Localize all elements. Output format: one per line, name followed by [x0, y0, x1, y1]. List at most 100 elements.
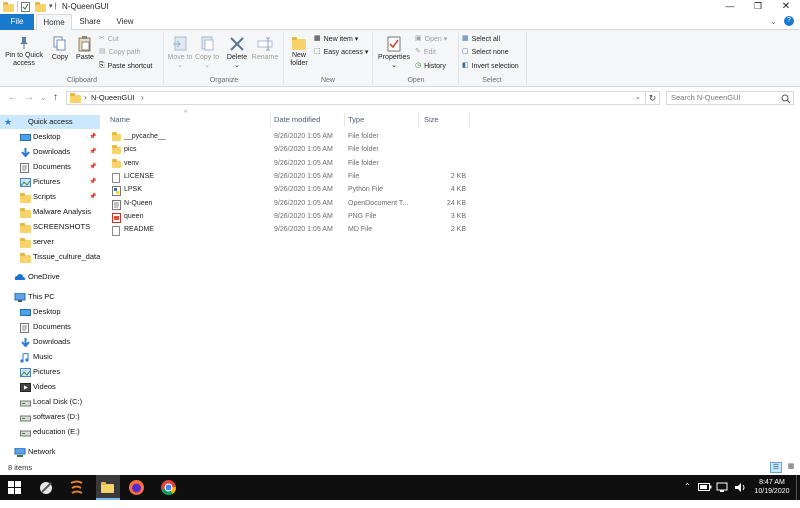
pin-icon[interactable]: 📌: [89, 145, 96, 159]
restore-button[interactable]: ❐: [744, 0, 772, 14]
sidebar-item-server[interactable]: server: [0, 235, 100, 249]
paste-shortcut-button[interactable]: ⎘ Paste shortcut: [99, 61, 152, 72]
copy-to-button[interactable]: Copy to ⌄: [194, 36, 220, 70]
breadcrumb-chevron-icon[interactable]: ›: [141, 93, 144, 102]
sidebar-item-this-pc[interactable]: This PC: [0, 290, 100, 304]
pin-icon[interactable]: 📌: [89, 160, 96, 174]
sidebar-item-education-e[interactable]: education (E:): [0, 425, 100, 439]
new-item-button[interactable]: ▦ New item ▾: [314, 34, 358, 45]
edit-button[interactable]: ✎ Edit: [415, 47, 436, 58]
sidebar-item-videos[interactable]: Videos: [0, 380, 100, 394]
new-folder-button[interactable]: New folder: [286, 36, 312, 68]
column-header-type[interactable]: Type: [348, 113, 364, 127]
file-row[interactable]: queen 9/26/2020 1:05 AM PNG File 3 KB: [108, 210, 470, 223]
file-row[interactable]: README 9/26/2020 1:05 AM MD File 2 KB: [108, 223, 470, 237]
search-box[interactable]: Search N-QueenGUI: [666, 91, 794, 105]
easy-access-button[interactable]: ⬚ Easy access ▾: [314, 47, 368, 58]
app-icon[interactable]: [38, 479, 55, 496]
column-header-name[interactable]: Name: [110, 113, 130, 127]
file-row[interactable]: venv 9/26/2020 1:05 AM File folder: [108, 157, 470, 170]
new-folder-icon[interactable]: [35, 2, 46, 12]
sidebar-item-tissue-culture-data[interactable]: Tissue_culture_data: [0, 250, 100, 264]
history-button[interactable]: ◷ History: [415, 61, 446, 72]
windows-start-icon[interactable]: [8, 481, 25, 498]
details-view-icon[interactable]: ☰: [770, 462, 782, 473]
properties-button[interactable]: Properties ⌄: [376, 36, 412, 70]
customize-toolbar-icon[interactable]: ▾ |: [49, 2, 56, 10]
select-none-button[interactable]: ▢ Select none: [462, 47, 509, 58]
chrome-icon[interactable]: [160, 479, 177, 496]
file-row[interactable]: pics 9/26/2020 1:05 AM File folder: [108, 143, 470, 156]
sidebar-item-music[interactable]: Music: [0, 350, 100, 364]
sidebar-item-screenshots[interactable]: SCREENSHOTS: [0, 220, 100, 234]
show-desktop-button[interactable]: [796, 475, 799, 500]
separator[interactable]: [270, 113, 271, 127]
copy-path-button[interactable]: ▤ Copy path: [99, 47, 141, 58]
pin-icon[interactable]: 📌: [89, 190, 96, 204]
sidebar-item-downloads[interactable]: Downloads 📌: [0, 145, 100, 159]
paste-button[interactable]: Paste: [74, 36, 96, 62]
volume-icon[interactable]: [734, 482, 746, 507]
clock[interactable]: 8:47 AM 10/19/2020: [754, 478, 790, 503]
cut-button[interactable]: ✂ Cut: [99, 34, 119, 45]
network-icon[interactable]: [716, 482, 728, 507]
sidebar-item-downloads[interactable]: Downloads: [0, 335, 100, 349]
sidebar-item-softwares-d[interactable]: softwares (D:): [0, 410, 100, 424]
sidebar-item-desktop[interactable]: Desktop: [0, 305, 100, 319]
pin-icon[interactable]: 📌: [89, 130, 96, 144]
back-arrow-icon[interactable]: ←: [8, 92, 18, 104]
tab-share[interactable]: Share: [74, 14, 106, 30]
open-button[interactable]: ▣ Open ▾: [415, 34, 447, 45]
address-bar[interactable]: › N-QueenGUI › ⌄: [66, 91, 646, 105]
select-all-button[interactable]: ▦ Select all: [462, 34, 500, 45]
show-hidden-icons-icon[interactable]: ⌃: [684, 482, 691, 507]
tab-home[interactable]: Home: [36, 14, 72, 31]
file-row[interactable]: LPSK 9/26/2020 1:05 AM Python File 4 KB: [108, 183, 470, 197]
minimize-button[interactable]: —: [716, 0, 744, 14]
sidebar-item-onedrive[interactable]: OneDrive: [0, 270, 100, 284]
file-explorer-taskbar-button[interactable]: [96, 475, 120, 500]
breadcrumb-item[interactable]: N-QueenGUI: [91, 93, 135, 102]
battery-icon[interactable]: [698, 483, 712, 508]
pin-icon[interactable]: 📌: [89, 175, 96, 189]
file-row[interactable]: N-Queen 9/26/2020 1:05 AM OpenDocument T..…: [108, 197, 470, 210]
address-dropdown-icon[interactable]: ⌄: [635, 93, 641, 101]
help-icon[interactable]: ?: [784, 16, 794, 26]
move-to-button[interactable]: Move to ⌄: [166, 36, 194, 70]
sidebar-item-scripts[interactable]: Scripts 📌: [0, 190, 100, 204]
copy-button[interactable]: Copy: [48, 36, 72, 62]
delete-button[interactable]: Delete ⌄: [224, 36, 250, 70]
tab-file[interactable]: File: [0, 14, 34, 30]
firefox-icon[interactable]: [128, 479, 145, 496]
refresh-button[interactable]: ↻: [646, 91, 660, 105]
pin-to-quick-access-button[interactable]: Pin to Quick access: [2, 36, 46, 68]
separator[interactable]: [344, 113, 345, 127]
invert-selection-button[interactable]: ◧ Invert selection: [462, 61, 519, 72]
file-row[interactable]: LICENSE 9/26/2020 1:05 AM File 2 KB: [108, 170, 470, 183]
up-arrow-icon[interactable]: ↑: [53, 92, 58, 104]
sidebar-item-pictures[interactable]: Pictures: [0, 365, 100, 379]
sidebar-item-quick-access[interactable]: ★ Quick access: [0, 115, 100, 129]
sidebar-item-documents[interactable]: Documents: [0, 320, 100, 334]
sidebar-item-network[interactable]: Network: [0, 445, 100, 459]
separator[interactable]: [418, 113, 419, 127]
sidebar-item-pictures[interactable]: Pictures 📌: [0, 175, 100, 189]
sidebar-item-malware-analysis[interactable]: Malware Analysis: [0, 205, 100, 219]
properties-icon[interactable]: [21, 2, 30, 12]
forward-arrow-icon[interactable]: →: [24, 92, 34, 104]
sidebar-item-local-disk-c[interactable]: Local Disk (C:): [0, 395, 100, 409]
tab-view[interactable]: View: [108, 14, 142, 30]
search-input[interactable]: Search N-QueenGUI: [671, 93, 741, 102]
file-row[interactable]: __pycache__ 9/26/2020 1:05 AM File folder: [108, 130, 470, 143]
recent-locations-icon[interactable]: ⌄: [40, 92, 47, 104]
separator[interactable]: [469, 113, 470, 127]
sidebar-item-desktop[interactable]: Desktop 📌: [0, 130, 100, 144]
app-icon[interactable]: [68, 479, 85, 496]
sidebar-item-documents[interactable]: Documents 📌: [0, 160, 100, 174]
expand-ribbon-icon[interactable]: ⌄: [770, 17, 777, 26]
breadcrumb-chevron-icon[interactable]: ›: [84, 93, 87, 102]
column-header-date[interactable]: Date modified: [274, 113, 320, 127]
column-header-size[interactable]: Size: [424, 113, 439, 127]
close-button[interactable]: ✕: [772, 0, 800, 14]
rename-button[interactable]: Rename: [250, 36, 280, 62]
